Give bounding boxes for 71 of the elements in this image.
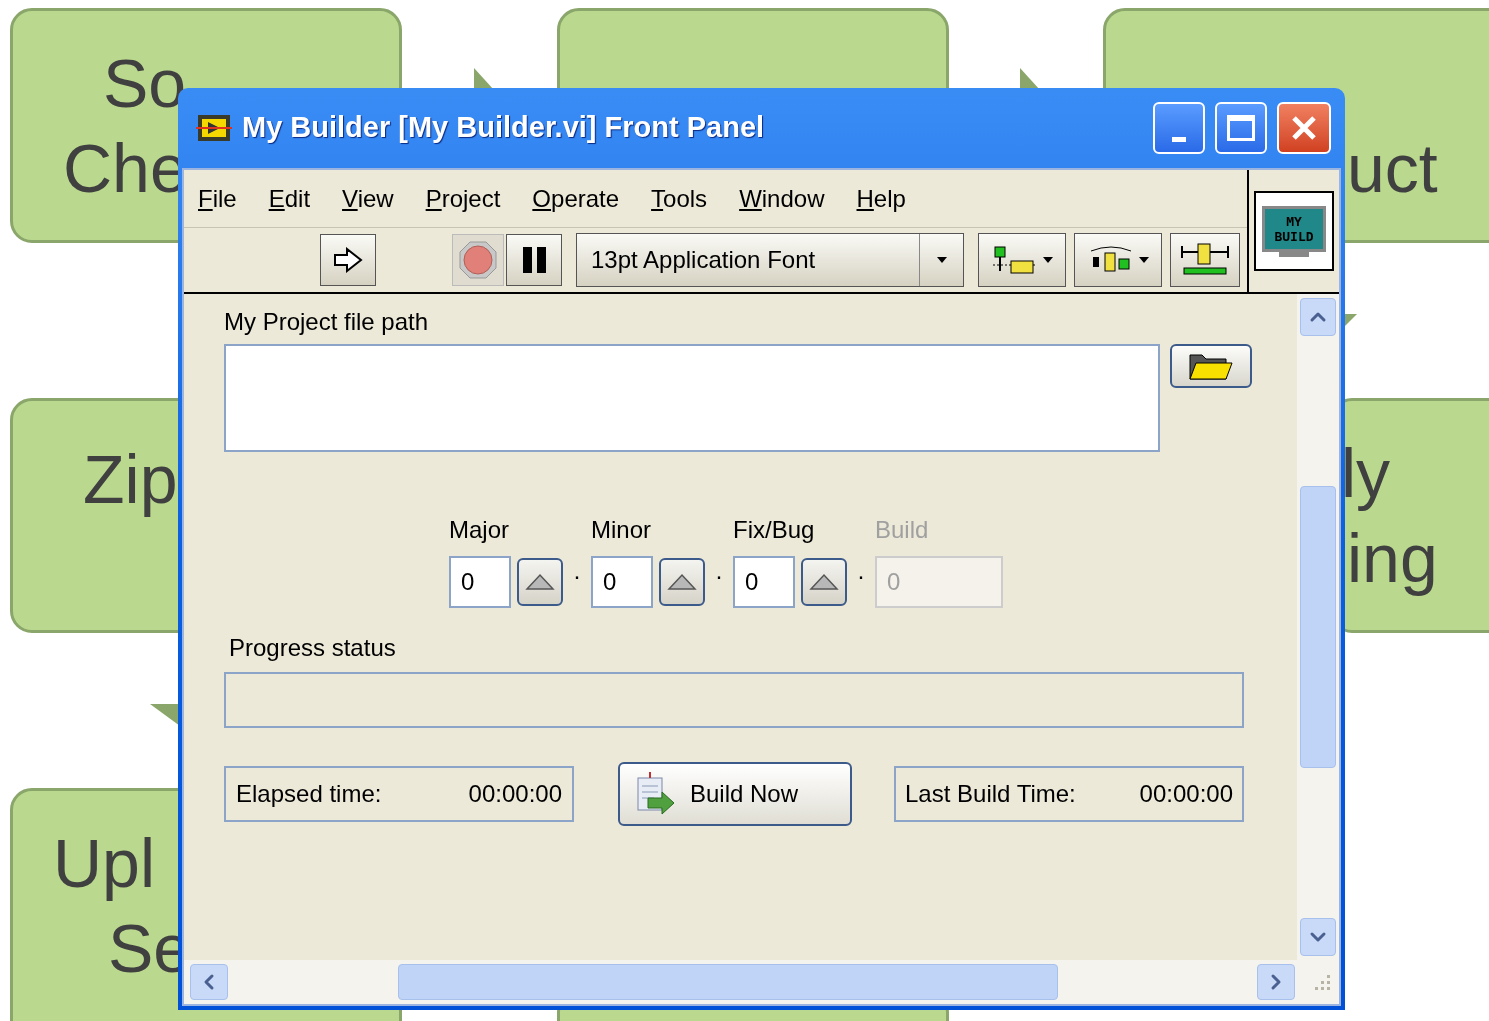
font-dropdown[interactable]: 13pt Application Font [576, 233, 964, 287]
pause-button[interactable] [506, 234, 562, 286]
close-icon [1290, 114, 1318, 142]
elapsed-time-label: Elapsed time: [236, 779, 382, 809]
triangle-up-icon [525, 573, 555, 591]
menu-item[interactable]: Operate [532, 180, 620, 217]
browse-button[interactable] [1170, 344, 1252, 388]
distribute-objects-button[interactable] [1074, 233, 1162, 287]
resize-icon [1180, 242, 1230, 278]
increment-button[interactable] [659, 558, 705, 606]
scroll-down-button[interactable] [1300, 918, 1336, 956]
scroll-right-button[interactable] [1257, 964, 1295, 1000]
node-label: uct [1347, 130, 1438, 206]
last-build-time-label: Last Build Time: [905, 779, 1076, 809]
last-build-time-value: 00:00:00 [1139, 779, 1233, 809]
node-label: Upl [53, 825, 156, 901]
field-label: Minor [591, 515, 652, 545]
resize-objects-button[interactable] [1170, 233, 1240, 287]
field-label: Major [449, 515, 510, 545]
node-label: ing [1347, 520, 1438, 596]
number-field: 0 [875, 556, 1003, 608]
folder-icon [1188, 351, 1234, 381]
menu-item[interactable]: File [198, 180, 237, 217]
stop-icon [458, 240, 498, 280]
separator-dot: · [715, 561, 723, 591]
icon-label: BUILD [1274, 228, 1314, 244]
node-label: ly [1341, 435, 1391, 511]
caret-icon [936, 257, 947, 263]
maximize-button[interactable] [1215, 102, 1267, 154]
caret-icon [1139, 257, 1149, 263]
scroll-up-button[interactable] [1300, 298, 1336, 336]
scroll-thumb[interactable] [398, 964, 1058, 1000]
triangle-up-icon [809, 573, 839, 591]
app-icon [196, 113, 232, 143]
arrow-right-icon [333, 247, 363, 273]
menu-item[interactable]: View [342, 180, 394, 217]
separator-dot: · [857, 561, 865, 591]
scroll-left-button[interactable] [190, 964, 228, 1000]
close-button[interactable] [1277, 102, 1331, 154]
icon-label: MY [1286, 213, 1302, 229]
menu-item[interactable]: Help [856, 180, 906, 217]
number-field[interactable]: 0 [733, 556, 795, 608]
minimize-button[interactable] [1153, 102, 1205, 154]
connector-arrowhead [1345, 314, 1357, 326]
menu-item[interactable]: Edit [268, 180, 311, 217]
field-label: Progress status [229, 633, 397, 663]
triangle-up-icon [667, 573, 697, 591]
node-label: Zip [83, 441, 178, 517]
number-field[interactable]: 0 [449, 556, 511, 608]
menu-item[interactable]: Tools [651, 180, 708, 217]
path-field[interactable] [224, 344, 1160, 452]
elapsed-time-value: 00:00:00 [468, 779, 562, 809]
field-label: My Project file path [224, 307, 430, 337]
node-label: So [103, 45, 187, 121]
build-now-button[interactable]: Build Now [618, 762, 852, 826]
number-field[interactable]: 0 [591, 556, 653, 608]
menu-item[interactable]: Project [425, 180, 501, 217]
separator-dot: · [573, 561, 581, 591]
caret-icon [1043, 257, 1053, 263]
window-title: My Builder [My Builder.vi] Front Panel [242, 110, 765, 146]
scroll-thumb[interactable] [1300, 486, 1336, 768]
align-objects-button[interactable] [978, 233, 1066, 287]
field-label: Build [875, 515, 930, 545]
document-arrow-icon [634, 772, 676, 816]
vertical-scrollbar[interactable] [1297, 294, 1339, 960]
pause-icon [522, 247, 546, 273]
field-label: Fix/Bug [733, 515, 816, 545]
run-button[interactable] [320, 234, 376, 286]
menu-item[interactable]: Window [739, 180, 825, 217]
increment-button[interactable] [801, 558, 847, 606]
increment-button[interactable] [517, 558, 563, 606]
